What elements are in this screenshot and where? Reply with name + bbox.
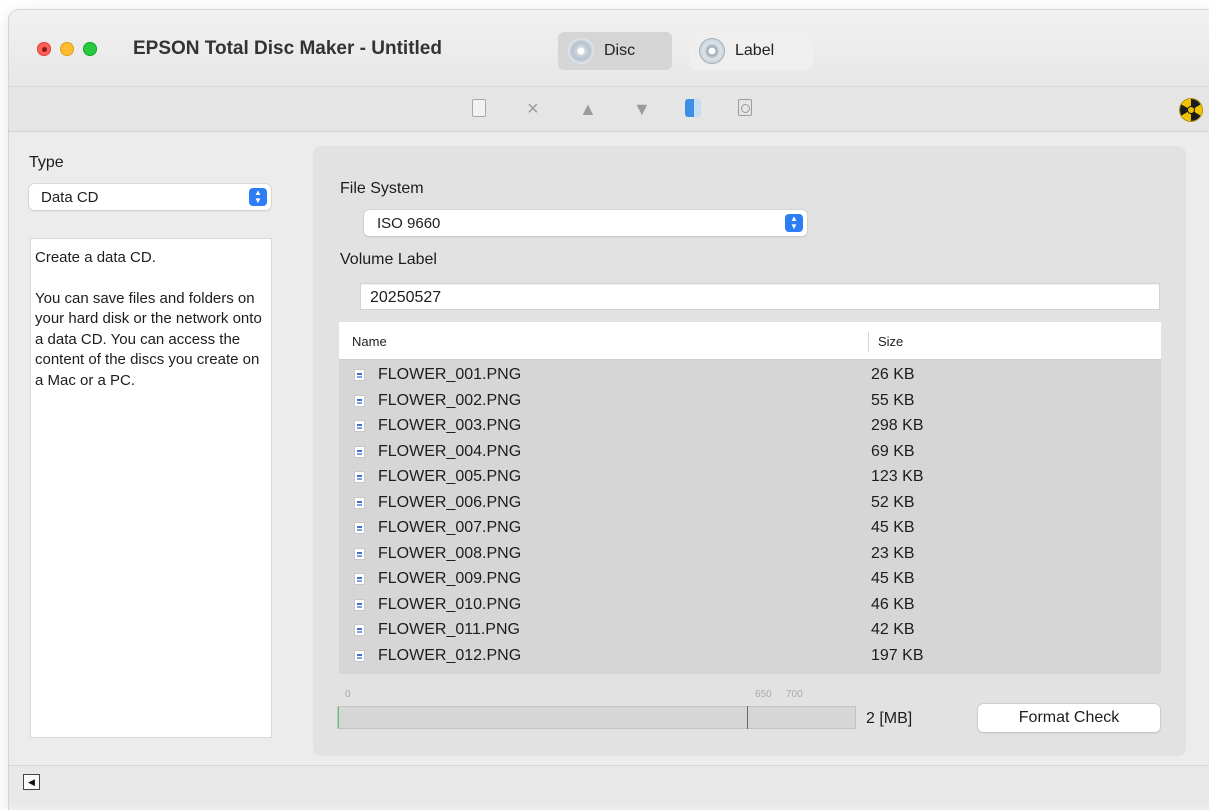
title-bar: EPSON Total Disc Maker - Untitled Disc L…	[9, 10, 1209, 86]
image-file-icon	[354, 420, 365, 432]
image-file-icon	[354, 573, 365, 585]
delete-icon[interactable]: ×	[527, 99, 539, 119]
file-row[interactable]: FLOWER_007.PNG 45 KB	[339, 515, 1161, 541]
file-size: 46 KB	[871, 595, 915, 613]
capacity-tick-700: 700	[786, 689, 803, 700]
file-list: FLOWER_001.PNG 26 KB FLOWER_002.PNG 55 KB FL…	[339, 362, 1161, 668]
file-size: 69 KB	[871, 442, 915, 460]
new-document-icon[interactable]	[472, 99, 486, 121]
zoom-window-button[interactable]	[83, 42, 97, 56]
image-file-icon	[354, 649, 365, 662]
file-name: FLOWER_001.PNG	[378, 366, 522, 383]
type-select[interactable]: Data CD ▲ ▼	[29, 184, 271, 210]
file-row[interactable]: FLOWER_008.PNG 23 KB	[339, 541, 1161, 567]
image-file-icon	[354, 598, 365, 611]
type-label: Type	[29, 154, 64, 171]
file-row[interactable]: FLOWER_009.PNG 45 KB	[339, 566, 1161, 592]
file-name: FLOWER_011.PNG	[378, 621, 520, 638]
close-window-button[interactable]	[37, 42, 51, 56]
file-size: 197 KB	[871, 646, 924, 664]
file-size: 26 KB	[871, 366, 915, 383]
file-row[interactable]: FLOWER_002.PNG 55 KB	[339, 388, 1161, 414]
hazard-icon[interactable]	[1180, 99, 1202, 121]
file-size: 23 KB	[871, 544, 915, 562]
description-title: Create a data CD.	[35, 249, 156, 266]
window-title: EPSON Total Disc Maker - Untitled	[133, 38, 442, 59]
file-name: FLOWER_005.PNG	[378, 468, 522, 485]
type-description: Create a data CD. You can save files and…	[30, 238, 272, 738]
file-row[interactable]: FLOWER_005.PNG 123 KB	[339, 464, 1161, 490]
file-row[interactable]: FLOWER_010.PNG 46 KB	[339, 592, 1161, 618]
image-file-icon	[354, 522, 365, 534]
file-system-value: ISO 9660	[377, 214, 441, 232]
capacity-bar	[337, 706, 856, 729]
image-file-icon	[354, 471, 365, 483]
format-check-button[interactable]: Format Check	[978, 704, 1160, 732]
capacity-650-marker	[747, 706, 748, 729]
scroll-left-button[interactable]: ◀	[23, 774, 40, 790]
chevron-up-down-icon: ▲ ▼	[785, 214, 803, 232]
file-row[interactable]: FLOWER_001.PNG 26 KB	[339, 362, 1161, 388]
file-size: 55 KB	[871, 391, 915, 409]
image-file-icon	[354, 369, 365, 381]
file-system-select[interactable]: ISO 9660 ▲ ▼	[364, 210, 807, 236]
tab-label-label: Label	[735, 42, 775, 59]
disc-burn-icon[interactable]	[738, 99, 752, 120]
file-name: FLOWER_012.PNG	[378, 646, 522, 664]
file-size: 42 KB	[871, 621, 915, 638]
column-size-header[interactable]: Size	[878, 334, 903, 349]
capacity-used-label: 2 [MB]	[866, 710, 913, 727]
capacity-tick-650: 650	[755, 689, 772, 700]
file-name: FLOWER_003.PNG	[378, 417, 522, 434]
file-name: FLOWER_008.PNG	[378, 544, 522, 562]
window-controls	[37, 42, 97, 56]
file-row[interactable]: FLOWER_006.PNG 52 KB	[339, 490, 1161, 516]
file-table[interactable]: Name Size FLOWER_001.PNG 26 KB FLOWER_002.…	[339, 322, 1161, 674]
capacity-fill	[338, 707, 339, 728]
type-select-value: Data CD	[41, 188, 99, 206]
tab-disc[interactable]: Disc	[558, 32, 672, 70]
file-row[interactable]: FLOWER_004.PNG 69 KB	[339, 439, 1161, 465]
file-size: 45 KB	[871, 519, 915, 536]
file-size: 52 KB	[871, 493, 915, 511]
column-name-header[interactable]: Name	[352, 334, 387, 349]
file-name: FLOWER_009.PNG	[378, 570, 522, 587]
description-body: You can save files and folders on your h…	[35, 289, 262, 389]
file-row[interactable]: FLOWER_003.PNG 298 KB	[339, 413, 1161, 439]
label-icon	[699, 38, 725, 64]
move-up-icon[interactable]: ▲	[579, 99, 597, 119]
image-file-icon	[354, 624, 365, 636]
file-name: FLOWER_006.PNG	[378, 493, 522, 511]
file-name: FLOWER_002.PNG	[378, 391, 522, 409]
chevron-up-down-icon: ▲ ▼	[249, 188, 267, 206]
volume-label-input[interactable]: 20250527	[360, 283, 1160, 310]
file-size: 298 KB	[871, 417, 924, 434]
column-divider	[868, 332, 869, 352]
bottom-bar: ◀	[9, 765, 1209, 805]
minimize-window-button[interactable]	[60, 42, 74, 56]
file-row[interactable]: FLOWER_011.PNG 42 KB	[339, 617, 1161, 643]
volume-label-label: Volume Label	[340, 251, 437, 268]
toolbar: × ▲ ▼	[9, 86, 1209, 132]
image-file-icon	[354, 496, 365, 509]
file-name: FLOWER_010.PNG	[378, 595, 522, 613]
tab-disc-label: Disc	[604, 42, 636, 59]
file-row[interactable]: FLOWER_012.PNG 197 KB	[339, 643, 1161, 669]
finder-icon[interactable]	[685, 99, 701, 121]
file-size: 45 KB	[871, 570, 915, 587]
file-size: 123 KB	[871, 468, 924, 485]
move-down-icon[interactable]: ▼	[633, 99, 651, 119]
file-system-label: File System	[340, 180, 424, 197]
image-file-icon	[354, 547, 365, 560]
file-table-header: Name Size	[339, 322, 1161, 360]
file-name: FLOWER_007.PNG	[378, 519, 522, 536]
file-name: FLOWER_004.PNG	[378, 442, 522, 460]
tab-label[interactable]: Label	[689, 32, 813, 70]
image-file-icon	[354, 394, 365, 407]
capacity-tick-0: 0	[345, 689, 351, 700]
disc-icon	[568, 38, 594, 64]
image-file-icon	[354, 445, 365, 458]
